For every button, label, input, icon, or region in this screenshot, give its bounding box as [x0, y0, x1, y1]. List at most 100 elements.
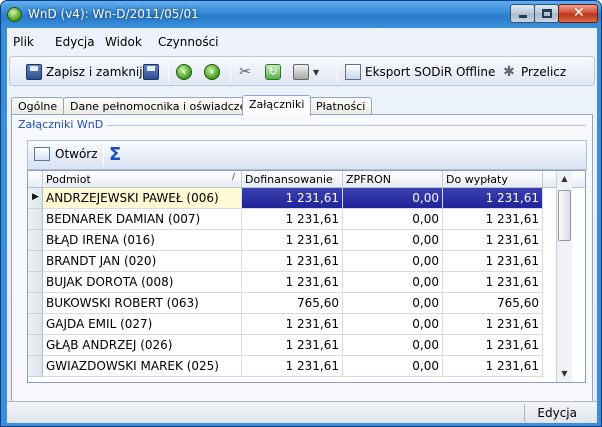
- table-row[interactable]: GWIAZDOWSKI MAREK (025) 1 231,61 0,00 1 231…: [28, 356, 556, 377]
- podmiot-cell[interactable]: GWIAZDOWSKI MAREK (025): [43, 356, 242, 377]
- minimize-button[interactable]: [510, 4, 535, 23]
- group-divider: [102, 125, 586, 126]
- scroll-thumb[interactable]: [558, 190, 571, 241]
- row-indicator[interactable]: [28, 356, 43, 377]
- tab-platnosci[interactable]: Płatności: [309, 97, 373, 115]
- podmiot-cell[interactable]: BEDNAREK DAMIAN (007): [43, 209, 242, 230]
- refresh-button[interactable]: ↻: [265, 61, 281, 83]
- row-indicator[interactable]: [28, 314, 43, 335]
- table-row[interactable]: BRANDT JAN (020) 1 231,61 0,00 1 231,61: [28, 251, 556, 272]
- menu-widok[interactable]: Widok: [105, 35, 142, 49]
- podmiot-cell[interactable]: GAJDA EMIL (027): [43, 314, 242, 335]
- do-wyplaty-cell[interactable]: 765,60: [443, 293, 543, 314]
- table-row[interactable]: GŁĄB ANDRZEJ (026) 1 231,61 0,00 1 231,61: [28, 335, 556, 356]
- menu-czynnosci[interactable]: Czynności: [158, 35, 219, 49]
- menu-plik[interactable]: Plik: [13, 35, 34, 49]
- menu-edycja[interactable]: Edycja: [55, 35, 95, 49]
- recalc-button[interactable]: ✱ Przelicz: [501, 61, 566, 83]
- do-wyplaty-cell[interactable]: 1 231,61: [443, 314, 543, 335]
- zpfron-cell[interactable]: 0,00: [343, 230, 443, 251]
- do-wyplaty-cell[interactable]: 1 231,61: [443, 335, 543, 356]
- export-sodir-button[interactable]: Eksport SODiR Offline: [345, 61, 495, 83]
- header-dofinansowanie[interactable]: Dofinansowanie: [242, 171, 343, 188]
- export-icon: [345, 64, 361, 80]
- print-dropdown-icon[interactable]: ▼: [313, 68, 319, 77]
- toolbar-separator: [168, 62, 169, 82]
- scroll-down-icon[interactable]: ▼: [557, 366, 572, 382]
- status-separator: [524, 404, 525, 422]
- dofinansowanie-cell[interactable]: 1 231,61: [242, 314, 343, 335]
- do-wyplaty-cell[interactable]: 1 231,61: [443, 356, 543, 377]
- dofinansowanie-cell[interactable]: 1 231,61: [242, 209, 343, 230]
- do-wyplaty-cell[interactable]: 1 231,61: [443, 251, 543, 272]
- title-bar[interactable]: WnD (v4): Wn-D/2011/05/01 ✕: [1, 1, 601, 28]
- group-title: Załączniki WnD: [18, 118, 108, 131]
- table-row[interactable]: BŁĄD IRENA (016) 1 231,61 0,00 1 231,61: [28, 230, 556, 251]
- dofinansowanie-cell[interactable]: 1 231,61: [242, 356, 343, 377]
- dofinansowanie-cell[interactable]: 1 231,61: [242, 335, 343, 356]
- zpfron-cell[interactable]: 0,00: [343, 188, 443, 209]
- podmiot-cell[interactable]: BUKOWSKI ROBERT (063): [43, 293, 242, 314]
- dofinansowanie-cell[interactable]: 1 231,61: [242, 188, 343, 209]
- do-wyplaty-cell[interactable]: 1 231,61: [443, 272, 543, 293]
- maximize-button[interactable]: [534, 4, 559, 23]
- tab-zalaczniki[interactable]: Załączniki: [242, 95, 312, 116]
- table-row[interactable]: BUKOWSKI ROBERT (063) 765,60 0,00 765,60: [28, 293, 556, 314]
- table-row[interactable]: BUJAK DOROTA (008) 1 231,61 0,00 1 231,61: [28, 272, 556, 293]
- row-indicator[interactable]: [28, 335, 43, 356]
- row-indicator[interactable]: [28, 272, 43, 293]
- table-row[interactable]: GAJDA EMIL (027) 1 231,61 0,00 1 231,61: [28, 314, 556, 335]
- header-podmiot[interactable]: Podmiot /: [43, 171, 242, 188]
- zpfron-cell[interactable]: 0,00: [343, 272, 443, 293]
- sort-indicator-icon: /: [231, 172, 235, 182]
- minimize-icon: [519, 15, 527, 18]
- do-wyplaty-cell[interactable]: 1 231,61: [443, 230, 543, 251]
- dofinansowanie-cell[interactable]: 1 231,61: [242, 251, 343, 272]
- row-indicator[interactable]: [28, 293, 43, 314]
- row-indicator[interactable]: [28, 230, 43, 251]
- podmiot-cell[interactable]: ANDRZEJEWSKI PAWEŁ (006): [43, 188, 242, 209]
- do-wyplaty-cell[interactable]: 1 231,61: [443, 209, 543, 230]
- header-zpfron[interactable]: ZPFRON: [343, 171, 443, 188]
- forward-button[interactable]: ›: [204, 61, 220, 83]
- zpfron-cell[interactable]: 0,00: [343, 251, 443, 272]
- vertical-scrollbar[interactable]: ▲ ▼: [556, 171, 572, 382]
- podmiot-cell[interactable]: BRANDT JAN (020): [43, 251, 242, 272]
- print-button[interactable]: ▼: [293, 61, 319, 83]
- tab-dane-pelnomocnika[interactable]: Dane pełnomocnika i oświadczenia: [63, 97, 271, 115]
- current-row-arrow-icon: ▶: [32, 192, 39, 202]
- tab-ogolne[interactable]: Ogólne: [11, 97, 65, 115]
- scroll-up-icon[interactable]: ▲: [557, 171, 572, 187]
- zpfron-cell[interactable]: 0,00: [343, 335, 443, 356]
- menu-bar: Plik Edycja Widok Czynności: [7, 32, 597, 52]
- dofinansowanie-cell[interactable]: 1 231,61: [242, 230, 343, 251]
- zpfron-cell[interactable]: 0,00: [343, 356, 443, 377]
- zpfron-cell[interactable]: 0,00: [343, 293, 443, 314]
- status-mode: Edycja: [537, 406, 577, 420]
- table-row[interactable]: BEDNAREK DAMIAN (007) 1 231,61 0,00 1 231,6…: [28, 209, 556, 230]
- close-button[interactable]: ✕: [558, 4, 598, 23]
- table-row[interactable]: ▶ ANDRZEJEWSKI PAWEŁ (006) 1 231,61 0,00 1 2…: [28, 188, 556, 209]
- tools-button[interactable]: ✂: [237, 61, 253, 83]
- do-wyplaty-cell[interactable]: 1 231,61: [443, 188, 543, 209]
- back-button[interactable]: ‹: [176, 61, 192, 83]
- dofinansowanie-cell[interactable]: 765,60: [242, 293, 343, 314]
- app-icon[interactable]: [7, 7, 22, 22]
- row-indicator[interactable]: [28, 209, 43, 230]
- podmiot-cell[interactable]: BŁĄD IRENA (016): [43, 230, 242, 251]
- save-close-button[interactable]: Zapisz i zamknij: [26, 61, 143, 83]
- podmiot-cell[interactable]: BUJAK DOROTA (008): [43, 272, 242, 293]
- sum-sigma-icon[interactable]: Σ: [109, 144, 121, 165]
- row-indicator[interactable]: [28, 251, 43, 272]
- attachments-grid: Podmiot / Dofinansowanie ZPFRON Do wypła…: [27, 170, 586, 383]
- open-button[interactable]: Otwórz: [34, 147, 98, 161]
- dofinansowanie-cell[interactable]: 1 231,61: [242, 272, 343, 293]
- podmiot-cell[interactable]: GŁĄB ANDRZEJ (026): [43, 335, 242, 356]
- app-window: WnD (v4): Wn-D/2011/05/01 ✕ Plik Edycja …: [0, 0, 602, 427]
- save-button[interactable]: [143, 61, 159, 83]
- zpfron-cell[interactable]: 0,00: [343, 209, 443, 230]
- save-close-label: Zapisz i zamknij: [46, 65, 143, 79]
- header-do-wyplaty[interactable]: Do wypłaty: [443, 171, 543, 188]
- row-indicator[interactable]: ▶: [28, 188, 43, 209]
- zpfron-cell[interactable]: 0,00: [343, 314, 443, 335]
